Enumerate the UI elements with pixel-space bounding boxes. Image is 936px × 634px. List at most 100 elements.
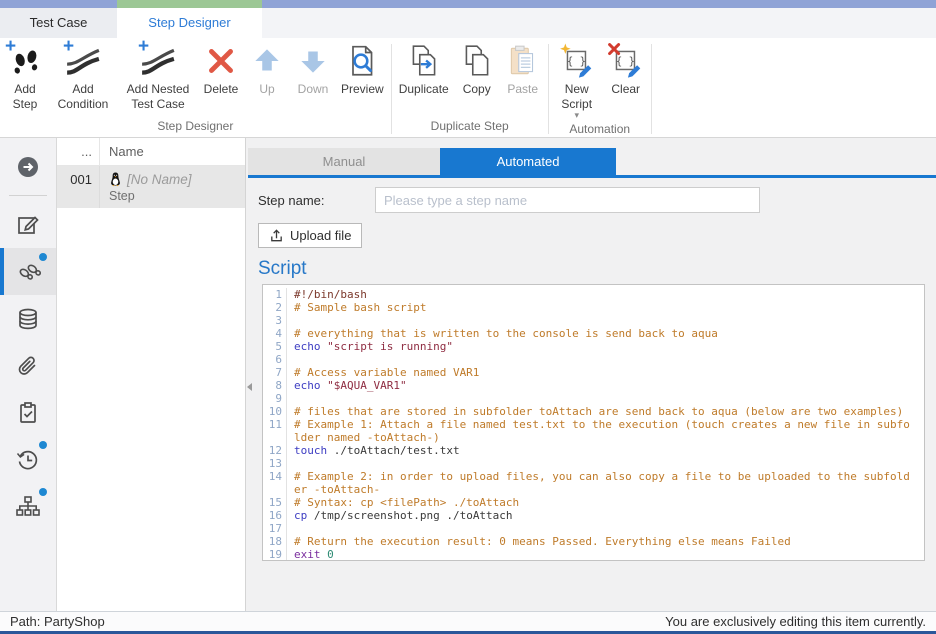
active-tab-underline — [248, 175, 936, 178]
new-script-label: New Script — [556, 82, 598, 112]
collapse-panel-handle[interactable] — [247, 374, 256, 400]
upload-file-button[interactable]: Upload file — [258, 223, 362, 248]
code-line: 4# everything that is written to the con… — [263, 327, 924, 340]
org-chart-icon — [15, 494, 41, 520]
notification-badge — [39, 441, 47, 449]
step-list-row[interactable]: 001 [No Name] Step — [57, 166, 245, 208]
paste-label: Paste — [507, 82, 538, 97]
clear-script-button[interactable]: { } Clear — [603, 41, 649, 97]
add-condition-label: Add Condition — [53, 82, 113, 112]
arrow-circle-right-icon — [15, 154, 41, 180]
arrow-down-icon — [295, 43, 331, 79]
add-step-button[interactable]: + Add Step — [2, 41, 48, 112]
step-subtitle: Step — [109, 189, 245, 203]
duplicate-button[interactable]: Duplicate — [394, 41, 454, 97]
svg-text:{ }: { } — [616, 56, 635, 68]
paste-button[interactable]: Paste — [500, 41, 546, 97]
document-tabs: Test Case Step Designer — [0, 8, 936, 38]
code-line: 17 — [263, 522, 924, 535]
step-name-label: Step name: — [258, 193, 375, 208]
add-condition-button[interactable]: + Add Condition — [48, 41, 118, 112]
preview-button[interactable]: Preview — [336, 41, 389, 97]
upload-file-label: Upload file — [290, 228, 351, 243]
step-number: 001 — [57, 166, 100, 208]
add-nested-test-case-button[interactable]: + Add Nested Test Case — [118, 41, 198, 112]
new-script-icon: { } — [559, 43, 595, 79]
code-line: 5echo "script is running" — [263, 340, 924, 353]
script-heading: Script — [258, 258, 936, 280]
sidebar-item-steps[interactable] — [0, 248, 56, 295]
add-nested-test-case-label: Add Nested Test Case — [123, 82, 193, 112]
code-line: 18# Return the execution result: 0 means… — [263, 535, 924, 548]
down-button[interactable]: Down — [290, 41, 336, 97]
ribbon-separator — [391, 44, 392, 134]
tab-step-designer[interactable]: Step Designer — [117, 8, 262, 38]
sidebar-divider — [9, 195, 47, 196]
code-line: 15# Syntax: cp <filePath> ./toAttach — [263, 496, 924, 509]
rail-switch-add-icon: + — [140, 43, 176, 79]
history-clock-icon — [15, 447, 41, 473]
code-line: 7# Access variable named VAR1 — [263, 366, 924, 379]
tab-manual[interactable]: Manual — [248, 148, 440, 175]
ribbon-group-step-designer: + Add Step + Add Condition — [2, 41, 389, 137]
sidebar-item-review[interactable] — [0, 389, 56, 436]
new-script-button[interactable]: { } New Script ▾ — [551, 41, 603, 119]
code-line: 12touch ./toAttach/test.txt — [263, 444, 924, 457]
ribbon: + Add Step + Add Condition — [0, 38, 936, 138]
status-bar: Path: PartyShop You are exclusively edit… — [0, 611, 936, 631]
ribbon-separator — [651, 44, 652, 134]
copy-button[interactable]: Copy — [454, 41, 500, 97]
sidebar-item-edit[interactable] — [0, 201, 56, 248]
document-magnifier-icon — [344, 43, 380, 79]
sidebar-item-navigate[interactable] — [0, 143, 56, 190]
chevron-left-icon — [247, 383, 252, 391]
up-button[interactable]: Up — [244, 41, 290, 97]
code-line: 2# Sample bash script — [263, 301, 924, 314]
ribbon-group-label: Duplicate Step — [394, 116, 546, 137]
ribbon-separator — [548, 44, 549, 134]
sidebar-item-history[interactable] — [0, 436, 56, 483]
app-window: Test Case Step Designer — [0, 0, 936, 634]
column-header-index: ... — [57, 138, 100, 165]
down-label: Down — [298, 82, 329, 97]
content-area: ... Name 001 [No Name] — [0, 138, 936, 611]
delete-button[interactable]: Delete — [198, 41, 244, 97]
plus-icon: + — [138, 37, 149, 56]
upload-icon — [269, 228, 284, 243]
step-row-body: [No Name] Step — [100, 166, 245, 208]
status-editing-message: You are exclusively editing this item cu… — [665, 614, 926, 629]
footprints-add-icon: + — [7, 43, 43, 79]
code-line: 14# Example 2: in order to upload files,… — [263, 470, 924, 496]
clear-label: Clear — [611, 82, 640, 97]
code-lines: 1#!/bin/bash2# Sample bash script3 4# ev… — [263, 288, 924, 561]
ribbon-group-duplicate-step: Duplicate Copy — [394, 41, 546, 137]
plus-icon: + — [5, 37, 16, 56]
tab-automated[interactable]: Automated — [440, 148, 616, 175]
code-line: 11# Example 1: Attach a file named test.… — [263, 418, 924, 444]
step-name-row: Step name: — [258, 187, 936, 213]
tab-test-case[interactable]: Test Case — [0, 8, 117, 38]
up-label: Up — [259, 82, 274, 97]
add-step-label: Add Step — [8, 82, 42, 112]
script-code-editor[interactable]: 1#!/bin/bash2# Sample bash script3 4# ev… — [262, 284, 925, 561]
top-accent-strip — [0, 0, 936, 8]
sidebar-item-hierarchy[interactable] — [0, 483, 56, 530]
edit-icon — [15, 212, 41, 238]
rail-switch-add-icon: + — [65, 43, 101, 79]
code-line: 10# files that are stored in subfolder t… — [263, 405, 924, 418]
footprints-icon — [17, 259, 43, 285]
duplicate-label: Duplicate — [399, 82, 449, 97]
chevron-down-icon: ▾ — [574, 112, 579, 119]
svg-text:{ }: { } — [567, 56, 586, 68]
step-title: [No Name] — [127, 172, 192, 187]
sidebar-item-attachments[interactable] — [0, 342, 56, 389]
sidebar-item-database[interactable] — [0, 295, 56, 342]
step-name-input[interactable] — [375, 187, 760, 213]
active-tab-accent — [117, 0, 262, 8]
notification-badge — [39, 253, 47, 261]
arrow-up-icon — [249, 43, 285, 79]
code-line: 13 — [263, 457, 924, 470]
clipboard-check-icon — [15, 400, 41, 426]
linux-penguin-icon — [109, 171, 122, 187]
ribbon-group-label: Step Designer — [2, 116, 389, 137]
